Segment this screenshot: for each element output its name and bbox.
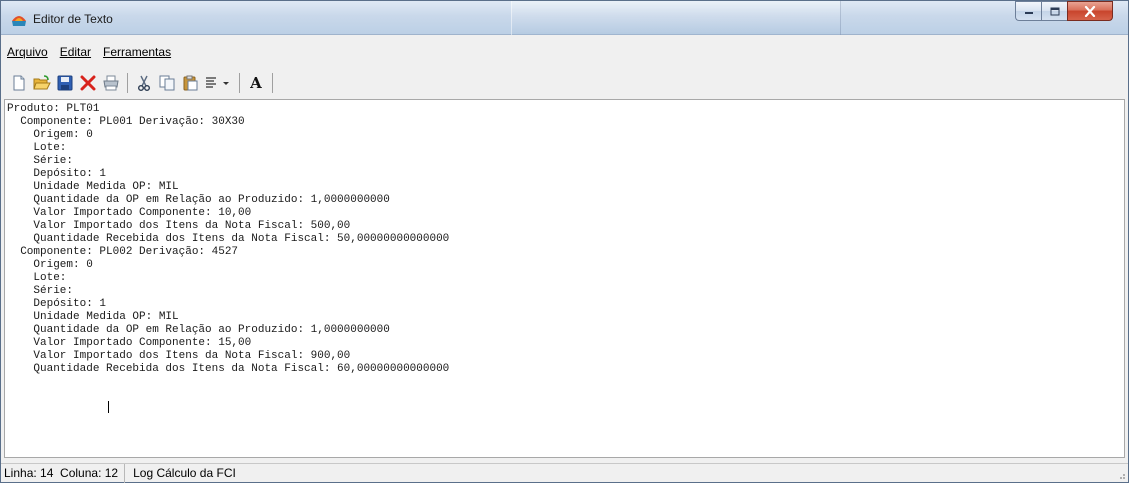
font-button[interactable]: A — [246, 73, 266, 93]
copy-button[interactable] — [157, 73, 177, 93]
editor-line: Produto: PLT01 — [7, 103, 100, 115]
window-title: Editor de Texto — [33, 12, 113, 26]
menu-ferramentas[interactable]: Ferramentas — [103, 44, 171, 60]
toolbar-separator — [239, 73, 240, 93]
new-document-icon — [13, 75, 25, 91]
editor-line: Quantidade Recebida dos Itens da Nota Fi… — [7, 233, 450, 245]
menu-bar: Arquivo Editar Ferramentas — [1, 35, 1128, 68]
editor-line: Depósito: 1 — [7, 298, 107, 310]
maximize-icon — [1050, 7, 1059, 15]
minimize-button[interactable] — [1015, 1, 1041, 21]
editor-line: Valor Importado dos Itens da Nota Fiscal… — [7, 220, 351, 232]
close-icon — [1084, 5, 1096, 17]
paste-button[interactable] — [180, 73, 200, 93]
open-folder-icon — [33, 75, 51, 90]
minimize-icon — [1024, 12, 1033, 14]
toolbar-separator — [272, 73, 273, 93]
editor-line: Unidade Medida OP: MIL — [7, 181, 179, 193]
print-icon — [103, 75, 119, 91]
title-bar[interactable]: Editor de Texto — [1, 1, 1128, 35]
editor-line: Valor Importado dos Itens da Nota Fiscal… — [7, 350, 351, 362]
editor-line: Valor Importado Componente: 10,00 — [7, 207, 252, 219]
status-bar: Linha: 14 Coluna: 12 Log Cálculo da FCI — [1, 463, 1128, 483]
editor-line: Lote: — [7, 142, 67, 154]
editor-line: Origem: 0 — [7, 259, 93, 271]
toolbar: A — [1, 68, 1128, 98]
delete-button[interactable] — [78, 73, 98, 93]
title-bar-decoration — [511, 1, 841, 35]
close-button[interactable] — [1067, 1, 1113, 21]
editor-line: Quantidade Recebida dos Itens da Nota Fi… — [7, 363, 450, 375]
editor-line: Depósito: 1 — [7, 168, 107, 180]
toolbar-separator — [127, 73, 128, 93]
cut-button[interactable] — [134, 73, 154, 93]
status-log-label: Log Cálculo da FCI — [133, 465, 236, 480]
menu-editar[interactable]: Editar — [60, 44, 91, 60]
window-controls — [1015, 1, 1113, 21]
editor-line: Quantidade da OP em Relação ao Produzido… — [7, 194, 390, 206]
maximize-button[interactable] — [1041, 1, 1067, 21]
open-button[interactable] — [32, 73, 52, 93]
editor-line: Quantidade da OP em Relação ao Produzido… — [7, 324, 390, 336]
print-button[interactable] — [101, 73, 121, 93]
app-icon — [12, 16, 26, 26]
menu-arquivo[interactable]: Arquivo — [7, 44, 48, 60]
resize-grip-icon[interactable] — [1116, 470, 1126, 480]
align-dropdown-icon — [206, 77, 229, 88]
editor-line: Valor Importado Componente: 15,00 — [7, 337, 252, 349]
status-cursor-position: Linha: 14 Coluna: 12 — [1, 463, 126, 483]
copy-icon — [159, 75, 175, 91]
editor-line: Série: — [7, 285, 74, 297]
editor-window: Editor de Texto Arquivo Editar Ferrament… — [0, 0, 1129, 483]
delete-icon — [80, 75, 96, 91]
text-editor[interactable]: Produto: PLT01 Componente: PL001 Derivaç… — [4, 99, 1125, 458]
new-document-button[interactable] — [9, 73, 29, 93]
save-button[interactable] — [55, 73, 75, 93]
save-icon — [57, 75, 73, 91]
editor-line: Componente: PL001 Derivação: 30X30 — [7, 116, 245, 128]
editor-line: Unidade Medida OP: MIL — [7, 311, 179, 323]
editor-line: Lote: — [7, 272, 67, 284]
editor-content[interactable]: Produto: PLT01 Componente: PL001 Derivaç… — [7, 103, 449, 376]
cut-icon — [138, 75, 150, 91]
editor-line: Série: — [7, 155, 74, 167]
text-caret — [108, 401, 109, 413]
align-dropdown-button[interactable] — [203, 73, 233, 93]
editor-line: Componente: PL002 Derivação: 4527 — [7, 246, 239, 258]
font-icon: A — [250, 74, 262, 92]
editor-line: Origem: 0 — [7, 129, 93, 141]
paste-icon — [183, 75, 198, 91]
